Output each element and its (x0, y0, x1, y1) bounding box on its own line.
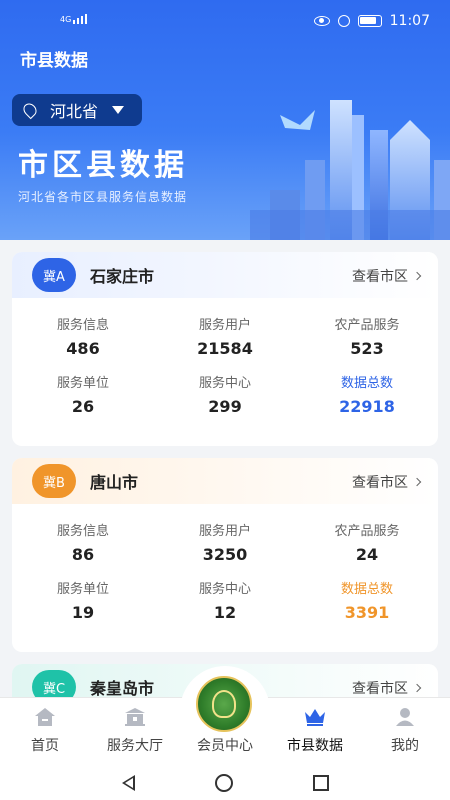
home-circle-icon[interactable] (214, 773, 233, 792)
stat-label: 服务单位 (56, 376, 109, 391)
nav-mine-label: 我的 (391, 738, 419, 754)
chevron-right-icon (412, 477, 422, 487)
member-emblem-icon[interactable] (196, 676, 252, 732)
view-districts-label: 查看市区 (352, 681, 408, 697)
stat-value: 19 (71, 603, 95, 622)
view-districts-label: 查看市区 (352, 475, 408, 491)
home-icon (35, 708, 55, 726)
stat-label: 服务信息 (56, 524, 109, 539)
stat-label: 服务单位 (56, 582, 109, 597)
caret-down-icon (112, 106, 125, 114)
stat-value: 3250 (202, 545, 248, 564)
stat-label: 服务信息 (56, 318, 109, 333)
stat-value: 3391 (344, 603, 390, 622)
stat-value: 26 (71, 397, 95, 416)
stat-label: 服务中心 (198, 376, 251, 391)
nav-mine[interactable]: 我的 (360, 698, 450, 765)
stat-label: 服务用户 (198, 524, 251, 539)
stat-label: 农产品服务 (334, 318, 400, 333)
hall-icon (125, 708, 145, 726)
stat-value: 22918 (339, 397, 395, 416)
recents-icon[interactable] (312, 774, 329, 791)
nav-home[interactable]: 首页 (0, 698, 90, 765)
stat-item: 服务中心 12 (154, 578, 296, 622)
city-name: 唐山市 (90, 473, 139, 492)
stat-label: 农产品服务 (334, 524, 400, 539)
view-districts-label: 查看市区 (352, 269, 408, 285)
plate-badge: 冀B (32, 464, 76, 498)
stat-item: 服务中心 299 (154, 372, 296, 416)
stat-value: 299 (208, 397, 242, 416)
chevron-right-icon (412, 683, 422, 693)
city-name: 秦皇岛市 (90, 679, 155, 698)
stat-total: 数据总数 3391 (296, 578, 438, 622)
stat-item: 农产品服务 24 (296, 520, 438, 564)
stat-item: 服务用户 3250 (154, 520, 296, 564)
hero-title: 市区县数据 (18, 148, 188, 183)
page-title: 市县数据 (20, 51, 88, 71)
stat-item: 服务单位 26 (12, 372, 154, 416)
stat-value: 12 (213, 603, 237, 622)
user-icon (396, 708, 414, 726)
view-districts-link[interactable]: 查看市区 (352, 678, 422, 698)
system-nav-bar (0, 765, 450, 800)
stat-label: 服务中心 (198, 582, 251, 597)
stat-label: 服务用户 (198, 318, 251, 333)
stat-item: 服务用户 21584 (154, 314, 296, 358)
stat-item: 农产品服务 523 (296, 314, 438, 358)
nav-city-data[interactable]: 市县数据 (270, 698, 360, 765)
nav-service-hall-label: 服务大厅 (107, 738, 163, 754)
city-name: 石家庄市 (90, 267, 155, 286)
battery-icon (357, 15, 382, 27)
city-card: 冀A 石家庄市 查看市区 服务信息 486 服务用户 21584 农产品服务 523 … (12, 252, 438, 446)
signal-icon: 4G (60, 14, 88, 24)
stat-label: 数据总数 (340, 376, 393, 391)
city-card: 冀B 唐山市 查看市区 服务信息 86 服务用户 3250 农产品服务 24 服务单位… (12, 458, 438, 652)
city-skyline-illustration (250, 100, 450, 240)
stat-value: 486 (66, 339, 100, 358)
stat-total: 数据总数 22918 (296, 372, 438, 416)
stat-value: 21584 (197, 339, 253, 358)
nav-service-hall[interactable]: 服务大厅 (90, 698, 180, 765)
stat-label: 数据总数 (340, 582, 393, 597)
network-type: 4G (60, 15, 72, 24)
stat-value: 24 (355, 545, 379, 564)
province-dropdown[interactable]: 河北省 (12, 94, 142, 126)
view-districts-link[interactable]: 查看市区 (352, 266, 422, 286)
hero-subtitle: 河北省各市区县服务信息数据 (18, 190, 188, 204)
chevron-right-icon (412, 271, 422, 281)
province-label: 河北省 (50, 102, 99, 121)
nav-home-label: 首页 (31, 738, 59, 754)
crown-icon (305, 709, 325, 726)
status-bar: 4G 11:07 (0, 0, 450, 44)
back-icon[interactable] (121, 774, 135, 791)
stat-item: 服务信息 86 (12, 520, 154, 564)
nav-city-data-label: 市县数据 (287, 738, 343, 754)
location-pin-icon (20, 100, 40, 120)
stat-item: 服务信息 486 (12, 314, 154, 358)
stat-value: 86 (71, 545, 95, 564)
view-districts-link[interactable]: 查看市区 (352, 472, 422, 492)
eye-icon (313, 16, 330, 26)
header: 4G 11:07 市县数据 河北省 市区县数据 河北省各市区县服务信息数据 (0, 0, 450, 240)
alarm-icon (337, 15, 350, 27)
nav-member-center-label: 会员中心 (197, 738, 253, 754)
stat-item: 服务单位 19 (12, 578, 154, 622)
clock: 11:07 (389, 13, 430, 29)
plate-badge: 冀A (32, 258, 76, 292)
stat-value: 523 (350, 339, 384, 358)
